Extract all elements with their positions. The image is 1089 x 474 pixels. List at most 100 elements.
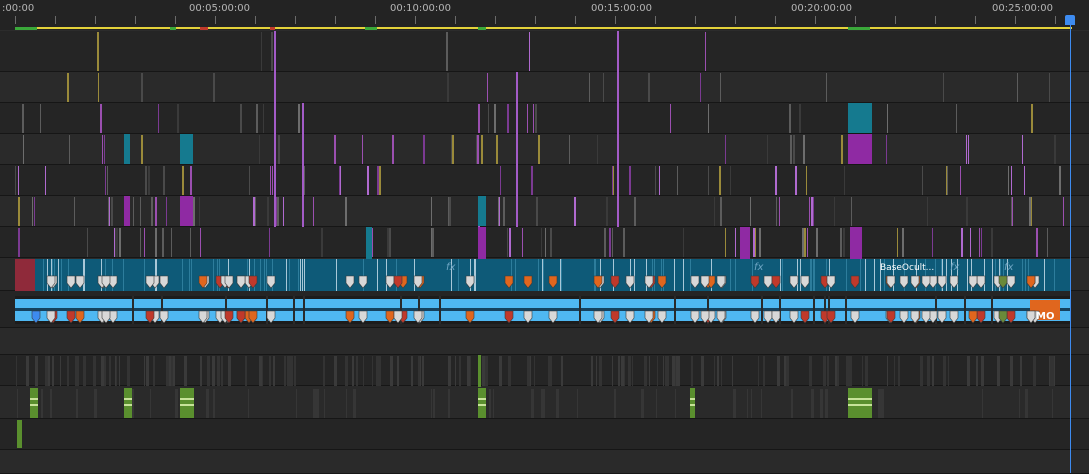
clip-edge[interactable] (674, 259, 675, 291)
audio-clip[interactable] (732, 356, 733, 386)
audio-clip[interactable] (551, 356, 552, 386)
audio-clip[interactable] (849, 356, 851, 386)
audio-clip[interactable] (881, 389, 884, 418)
audio-clip[interactable] (431, 389, 432, 418)
audio-clip[interactable] (175, 389, 178, 418)
clip-sliver[interactable] (803, 135, 805, 164)
audio-clip[interactable] (811, 389, 814, 418)
clip-sliver[interactable] (597, 135, 598, 164)
audio-waveform[interactable] (848, 398, 872, 400)
audio-clip[interactable] (323, 356, 325, 386)
audio-clip[interactable] (1035, 356, 1036, 386)
audio-clip[interactable] (245, 356, 247, 386)
audio-clip[interactable] (649, 356, 650, 386)
clip-sliver[interactable] (735, 228, 736, 257)
audio-clip-edge[interactable] (293, 296, 295, 324)
clip-edge[interactable] (814, 259, 815, 291)
audio-clip[interactable] (618, 356, 620, 386)
clip-sliver[interactable] (670, 104, 671, 133)
video-clip[interactable] (848, 134, 872, 164)
audio-clip[interactable] (363, 356, 364, 386)
clip-sliver[interactable] (795, 166, 797, 195)
audio-clip[interactable] (878, 389, 881, 418)
clip-sliver[interactable] (171, 228, 172, 257)
clip-sliver[interactable] (367, 166, 369, 195)
audio-clip[interactable] (16, 356, 17, 386)
clip-edge[interactable] (289, 259, 290, 291)
audio-clip[interactable] (628, 356, 631, 386)
clip-sliver[interactable] (1012, 197, 1013, 226)
audio-clip[interactable] (26, 356, 29, 386)
clip-sliver[interactable] (816, 228, 818, 257)
audio-clip[interactable] (397, 356, 399, 386)
clip-edge[interactable] (264, 259, 265, 291)
audio-clip[interactable] (127, 356, 130, 386)
clip-sliver[interactable] (163, 166, 165, 195)
clip-sliver[interactable] (190, 166, 192, 195)
audio-clip[interactable] (411, 356, 413, 386)
clip-edge[interactable] (1028, 259, 1029, 291)
audio-clip[interactable] (346, 389, 347, 418)
clip-edge[interactable] (735, 259, 736, 291)
clip-sliver[interactable] (1047, 228, 1048, 257)
video-clip[interactable] (366, 227, 372, 259)
clip-sliver[interactable] (34, 197, 35, 226)
clip-sliver[interactable] (487, 73, 488, 102)
clip-sliver[interactable] (22, 104, 24, 133)
audio-clip[interactable] (169, 356, 171, 386)
audio-clip[interactable] (809, 356, 812, 386)
clip-sliver[interactable] (389, 228, 391, 257)
audio-clip[interactable] (920, 356, 923, 386)
clip-sliver[interactable] (767, 135, 768, 164)
audio-clip[interactable] (17, 389, 18, 418)
render-bar-segment[interactable] (15, 27, 37, 30)
clip-sliver[interactable] (151, 197, 153, 226)
audio-waveform[interactable] (180, 398, 194, 400)
clip-sliver[interactable] (432, 228, 434, 257)
clip-sliver[interactable] (140, 228, 141, 257)
clip-edge[interactable] (874, 259, 875, 291)
clip-sliver[interactable] (494, 104, 496, 133)
clip-sliver[interactable] (1017, 73, 1018, 102)
clip-sliver[interactable] (927, 197, 928, 226)
audio-clip-edge[interactable] (579, 296, 581, 324)
audio-clip[interactable] (287, 356, 290, 386)
audio-clip[interactable] (663, 356, 664, 386)
audio-clip[interactable] (207, 356, 210, 386)
audio-clip[interactable] (887, 356, 888, 386)
audio-clip[interactable] (827, 356, 829, 386)
clip-edge[interactable] (1044, 259, 1045, 291)
clip-sliver[interactable] (87, 228, 88, 257)
audio-clip[interactable] (527, 356, 530, 386)
clip-sliver[interactable] (503, 197, 505, 226)
clip-sliver[interactable] (779, 197, 780, 226)
clip-edge[interactable] (144, 259, 145, 291)
audio-clip[interactable] (316, 389, 319, 418)
clip-edge[interactable] (84, 259, 85, 291)
clip-sliver[interactable] (200, 228, 201, 257)
clip-edge[interactable] (634, 259, 635, 291)
audio-waveform[interactable] (124, 398, 132, 400)
playhead-handle[interactable] (1065, 15, 1075, 25)
audio-clip[interactable] (1019, 389, 1020, 418)
clip-sliver[interactable] (488, 104, 489, 133)
clip-sliver[interactable] (1059, 166, 1061, 195)
audio-clip[interactable] (541, 389, 544, 418)
audio-waveform[interactable] (180, 404, 194, 406)
audio-clip[interactable] (665, 356, 667, 386)
audio-clip[interactable] (596, 356, 597, 386)
clip-sliver[interactable] (274, 31, 276, 227)
audio-clip[interactable] (390, 356, 393, 386)
clip-sliver[interactable] (105, 166, 106, 195)
clip-sliver[interactable] (112, 197, 113, 226)
clip-sliver[interactable] (659, 166, 660, 195)
clip-edge[interactable] (58, 259, 59, 291)
clip-sliver[interactable] (145, 166, 147, 195)
clip-sliver[interactable] (753, 228, 755, 257)
audio-clip[interactable] (1025, 389, 1028, 418)
render-bar-segment[interactable] (478, 27, 486, 30)
clip-sliver[interactable] (177, 104, 179, 133)
audio-clip[interactable] (561, 356, 563, 386)
clip-sliver[interactable] (240, 104, 242, 133)
clip-sliver[interactable] (108, 197, 109, 226)
